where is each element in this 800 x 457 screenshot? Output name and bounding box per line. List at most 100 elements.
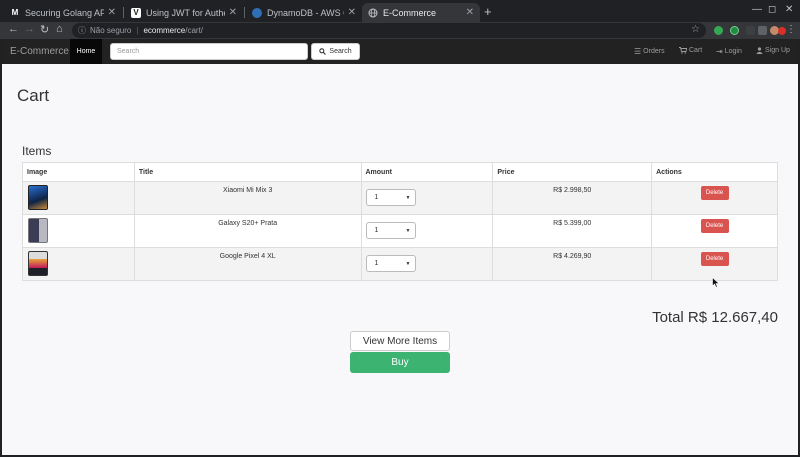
tab-title: Securing Golang API usin <box>25 7 104 18</box>
column-header-price: Price <box>492 162 653 182</box>
quantity-value: 1 <box>374 227 379 234</box>
nav-orders-label: Orders <box>643 48 665 55</box>
tab-divider <box>244 7 245 18</box>
browser-menu-icon[interactable]: ⋮ <box>786 24 796 35</box>
image-cell <box>22 247 135 281</box>
v-favicon-icon: V <box>131 7 141 18</box>
nav-orders[interactable]: ☰ Orders <box>634 47 665 56</box>
maximize-icon[interactable]: ◻ <box>768 4 776 15</box>
chevron-down-icon: ▼ <box>405 194 411 201</box>
quantity-value: 1 <box>374 260 379 267</box>
address-bar[interactable]: ⓘ Não seguro | ecommerce /cart/ ☆ <box>72 23 706 38</box>
tab-title: DynamoDB - AWS Console <box>267 7 344 18</box>
tab-title: E-Commerce <box>383 7 437 18</box>
tab-divider <box>123 7 124 18</box>
nav-home[interactable]: Home <box>70 39 102 64</box>
buy-button[interactable]: Buy <box>350 352 450 373</box>
aws-favicon-icon <box>252 7 262 18</box>
new-tab-plus-icon[interactable]: + <box>484 4 492 19</box>
login-icon: ⇥ <box>716 47 723 56</box>
extension-icon[interactable] <box>758 26 767 35</box>
image-cell <box>22 181 135 215</box>
extension-icon[interactable] <box>714 26 723 35</box>
tab-title: Using JWT for Authenticat <box>146 7 225 18</box>
notification-badge <box>778 27 786 35</box>
search-button[interactable]: Search <box>311 43 360 60</box>
amount-cell: 1 ▼ <box>360 181 494 215</box>
delete-button[interactable]: Delete <box>700 219 729 233</box>
column-header-actions: Actions <box>651 162 778 182</box>
nav-login-label: Login <box>724 48 742 55</box>
nav-cart[interactable]: Cart <box>679 47 702 54</box>
chevron-down-icon: ▼ <box>405 227 411 234</box>
items-heading: Items <box>22 144 52 158</box>
brand-link[interactable]: E-Commerce <box>10 46 69 57</box>
minimize-icon[interactable]: — <box>752 4 762 15</box>
actions-cell: Delete <box>651 214 778 248</box>
quantity-select[interactable]: 1 ▼ <box>365 189 416 206</box>
column-header-title: Title <box>133 162 362 182</box>
column-header-image: Image <box>22 162 135 182</box>
price-cell: R$ 4.269,90 <box>492 247 653 281</box>
home-icon[interactable]: ⌂ <box>56 23 63 35</box>
actions-cell: Delete <box>651 247 778 281</box>
chevron-down-icon: ▼ <box>405 260 411 267</box>
nav-cart-label: Cart <box>689 47 703 54</box>
list-icon: ☰ <box>634 47 642 56</box>
globe-icon <box>368 8 378 18</box>
cart-icon <box>679 47 687 54</box>
tab-using-jwt[interactable]: V Using JWT for Authenticat ✕ <box>125 3 243 22</box>
url-separator: | <box>136 26 139 35</box>
quantity-value: 1 <box>374 194 379 201</box>
back-arrow-icon[interactable]: ← <box>8 23 19 35</box>
view-more-items-button[interactable]: View More Items <box>350 331 450 351</box>
nav-signup[interactable]: Sign Up <box>756 47 790 54</box>
search-button-label: Search <box>329 48 352 55</box>
table-row: Xiaomi Mi Mix 3 1 ▼ R$ 2.998,50 Delete <box>22 181 778 215</box>
price-cell: R$ 2.998,50 <box>492 181 653 215</box>
reload-icon[interactable]: ↻ <box>40 23 49 36</box>
mouse-pointer-icon <box>712 277 720 288</box>
quantity-select[interactable]: 1 ▼ <box>365 255 416 272</box>
cart-table: Image Title Amount Price Actions Xiaomi … <box>22 162 778 281</box>
product-image <box>28 251 48 276</box>
browser-tab-strip: M Securing Golang API usin ✕ V Using JWT… <box>0 0 800 22</box>
cart-total: Total R$ 12.667,40 <box>652 309 778 326</box>
extension-icon[interactable] <box>746 26 755 35</box>
user-icon <box>756 47 763 54</box>
page-viewport: E-Commerce Home Search Search ☰ Orders C… <box>2 39 798 455</box>
title-cell: Xiaomi Mi Mix 3 <box>133 181 362 215</box>
close-window-icon[interactable]: ✕ <box>785 4 793 15</box>
url-path: /cart/ <box>185 26 204 35</box>
nav-login[interactable]: ⇥ Login <box>716 47 742 56</box>
tab-dynamodb[interactable]: DynamoDB - AWS Console ✕ <box>246 3 362 22</box>
bookmark-star-icon[interactable]: ☆ <box>691 24 700 35</box>
tab-ecommerce[interactable]: E-Commerce ✕ <box>362 3 480 22</box>
table-header-row: Image Title Amount Price Actions <box>22 162 778 182</box>
page-title: Cart <box>17 86 50 105</box>
actions-cell: Delete <box>651 181 778 215</box>
price-cell: R$ 5.399,00 <box>492 214 653 248</box>
delete-button[interactable]: Delete <box>700 252 729 266</box>
delete-button[interactable]: Delete <box>700 186 729 200</box>
quantity-select[interactable]: 1 ▼ <box>365 222 416 239</box>
site-navbar: E-Commerce Home Search Search ☰ Orders C… <box>2 39 798 64</box>
info-icon[interactable]: ⓘ <box>78 25 86 36</box>
amount-cell: 1 ▼ <box>360 214 494 248</box>
title-cell: Google Pixel 4 XL <box>133 247 362 281</box>
browser-toolbar: ← → ↻ ⌂ ⓘ Não seguro | ecommerce /cart/ … <box>0 22 800 39</box>
image-cell <box>22 214 135 248</box>
close-icon[interactable]: ✕ <box>229 7 237 18</box>
column-header-amount: Amount <box>360 162 494 182</box>
product-image <box>28 218 48 243</box>
tab-securing-golang[interactable]: M Securing Golang API usin ✕ <box>4 3 122 22</box>
close-icon[interactable]: ✕ <box>348 7 356 18</box>
nav-signup-label: Sign Up <box>765 47 790 54</box>
extension-icon[interactable] <box>730 26 739 35</box>
search-input[interactable]: Search <box>110 43 308 60</box>
not-secure-label: Não seguro <box>90 26 132 35</box>
close-icon[interactable]: ✕ <box>108 7 116 18</box>
close-icon[interactable]: ✕ <box>466 7 474 18</box>
gmail-favicon-icon: M <box>10 7 20 18</box>
forward-arrow-icon[interactable]: → <box>24 23 35 35</box>
